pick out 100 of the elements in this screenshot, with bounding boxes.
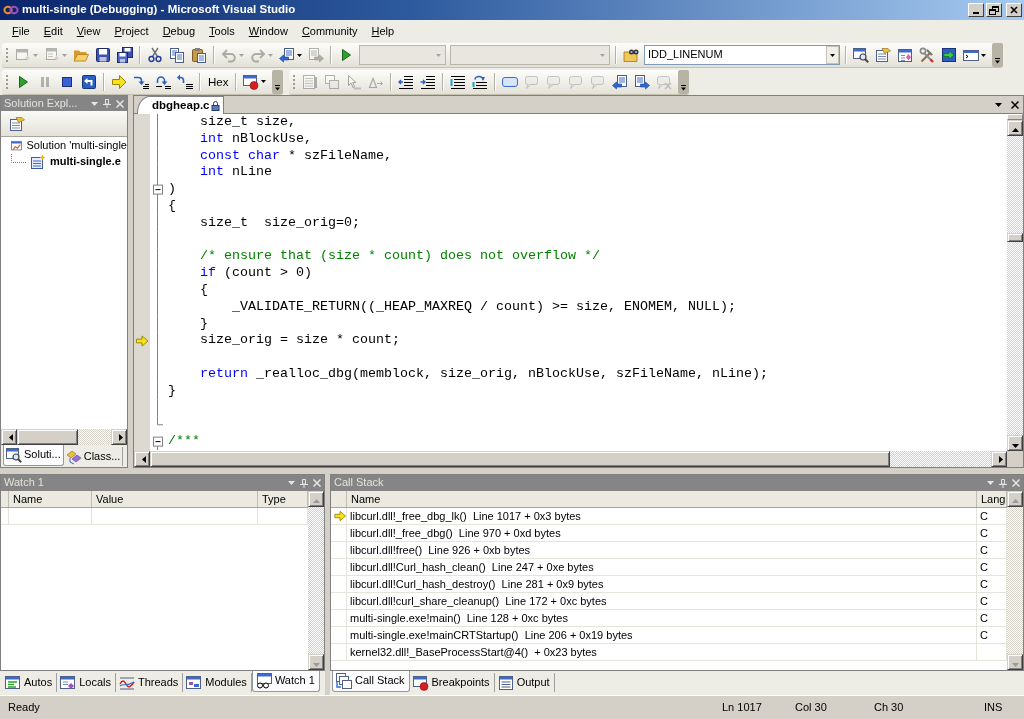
arrow-down-icon[interactable] [308,654,324,670]
menu-item[interactable]: Window [241,20,295,42]
collapse-icon[interactable] [153,184,163,195]
menu-item[interactable]: View [69,20,108,42]
properties-icon[interactable] [9,115,25,132]
horizontal-scrollbar[interactable] [1,429,127,445]
stack-frame-cell: multi-single.exe!mainCRTStartup() Line 206 + 0x19 bytes [347,627,977,643]
menu-item[interactable]: File [5,20,37,42]
watch-entry-field[interactable] [1,508,308,525]
outdent-icon[interactable] [398,73,415,90]
pin-icon[interactable] [999,478,1007,488]
page-arrow-icon[interactable] [612,73,629,90]
step-out-icon[interactable] [177,73,193,90]
arrow-up-icon[interactable] [1007,491,1023,507]
arrow-right-icon[interactable] [111,429,127,445]
panel-tab[interactable]: Locals [57,673,116,692]
panel-tab[interactable]: Breakpoints [409,673,495,692]
caret-icon[interactable] [981,53,986,57]
column-header[interactable]: Value [92,491,258,507]
floppy-disks-icon[interactable] [117,47,133,63]
column-header[interactable]: Name [347,491,977,507]
close-button[interactable] [1006,3,1022,17]
column-header[interactable]: Name [9,491,92,507]
menu-item[interactable]: Community [294,20,365,42]
caret-icon[interactable] [297,53,302,57]
comment-lines-icon[interactable] [450,73,467,90]
grip-icon[interactable] [5,46,9,64]
tree-connector [11,154,27,163]
pin-icon[interactable] [103,99,111,108]
panel-tab[interactable]: Call Stack [332,671,410,692]
tree-item[interactable]: multi-single.e [50,155,121,169]
window-glasses-icon [255,673,272,689]
arrow-right-icon[interactable] [991,451,1007,467]
scroll-thumb[interactable] [1007,233,1023,242]
arrow-left-icon[interactable] [1,429,17,445]
restore-icon [989,5,999,15]
panel-tab[interactable]: Output [494,673,555,692]
restart-icon[interactable] [81,73,97,90]
tree-item[interactable]: Solution 'multi-single [26,139,127,153]
tools-icon[interactable] [919,47,935,63]
minimize-button[interactable] [968,3,984,17]
clipboard-icon[interactable] [191,47,207,63]
arrow-up-icon[interactable] [308,491,324,507]
chevron-icon[interactable] [272,69,284,94]
window-dot-icon[interactable] [243,73,260,90]
vertical-scrollbar[interactable] [308,491,324,670]
copy-icon[interactable] [169,47,185,63]
panel-tab[interactable]: Autos [2,673,58,692]
arrow-box-icon[interactable] [941,47,957,63]
save-icon[interactable] [95,47,111,63]
properties-icon[interactable] [875,47,891,63]
window-magnifier-icon[interactable] [853,47,869,63]
caret-icon[interactable] [826,46,839,64]
caret-icon[interactable] [261,80,267,83]
menu-item[interactable]: Debug [155,20,203,42]
panel-tab[interactable]: Modules [183,673,252,692]
scroll-thumb[interactable] [17,429,78,445]
close-icon[interactable] [1011,100,1019,109]
folder-binoculars-icon[interactable] [623,47,639,63]
arrow-up-icon[interactable] [1007,120,1023,136]
caret-icon[interactable] [995,102,1002,107]
panel-title: Watch 1 [4,476,44,490]
arrow-down-icon[interactable] [1007,654,1023,670]
horizontal-scrollbar[interactable] [134,451,1007,467]
stack-frame-cell: libcurl.dll!_free_dbg() Line 970 + 0xd bytes [347,525,977,541]
menu-item[interactable]: Project [107,20,156,42]
restore-button[interactable] [986,3,1002,17]
vertical-scrollbar[interactable] [1007,491,1023,670]
chevron-icon[interactable] [678,69,690,94]
panel-tab[interactable]: Soluti... [3,445,64,466]
arrow-down-icon[interactable] [1007,435,1023,451]
arrow-left-icon[interactable] [134,451,150,467]
scissors-icon[interactable] [147,47,163,63]
panel-tab[interactable]: Watch 1 [251,671,320,692]
splitter-handle[interactable] [1007,114,1023,120]
page-arrow-icon[interactable] [634,73,651,90]
file-tab[interactable]: dbgheap.c [137,96,224,114]
dropdown-field[interactable]: IDD_LINENUM [644,45,840,65]
step-over-icon[interactable] [155,73,171,90]
panel-title: Solution Expl... [4,96,78,111]
scroll-thumb[interactable] [150,451,890,467]
page-arrow-icon[interactable] [279,47,295,63]
console-icon[interactable] [963,47,979,63]
panel-tab[interactable]: Threads [115,673,184,692]
indent-icon[interactable] [420,73,437,90]
code-line: int nLine [200,164,272,180]
menu-item[interactable]: Help [364,20,402,42]
collapse-icon[interactable] [153,436,163,447]
chevron-icon[interactable] [992,43,1003,67]
panel-tab[interactable]: Class... [63,447,124,466]
grip-icon[interactable] [292,72,297,91]
grip-icon[interactable] [5,72,9,91]
window-dot-icon [412,674,429,691]
menu-item[interactable]: Edit [36,20,70,42]
vertical-scrollbar[interactable] [1007,114,1023,451]
status-text: Ready [7,700,41,715]
menu-item[interactable]: Tools [202,20,242,42]
pin-icon[interactable] [300,478,308,488]
hex-button[interactable]: Hex [204,70,233,93]
uncomment-lines-icon[interactable] [472,73,489,90]
